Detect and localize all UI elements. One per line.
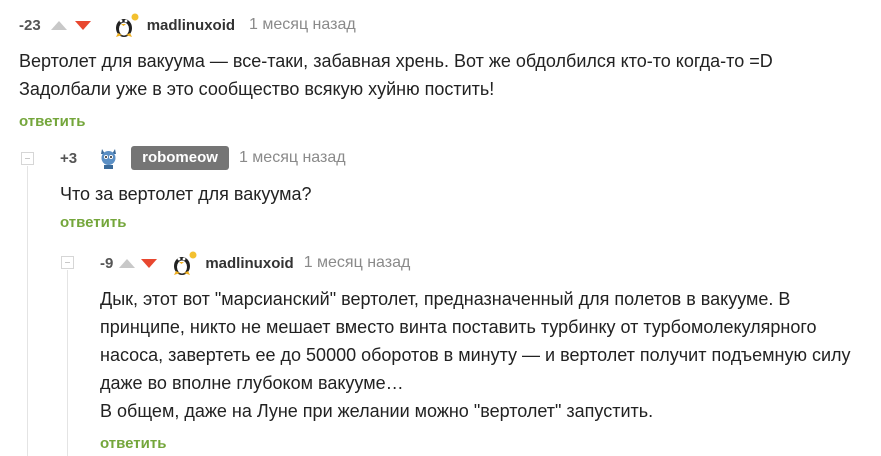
comment-text-line: насоса, завертеть ее до 50000 оборотов в… (100, 345, 851, 365)
comment-time[interactable]: 1 месяц назад (249, 16, 356, 34)
comment-rating: +3 (60, 149, 78, 167)
comment-text-line: принципе, никто не мешает вместо винта п… (100, 317, 817, 337)
reply-link[interactable]: ответить (100, 435, 166, 452)
thread-line[interactable] (27, 166, 28, 456)
downvote-icon[interactable] (141, 258, 158, 268)
comment-text-line: Вертолет для вакуума — все-таки, забавна… (19, 51, 773, 71)
penguin-avatar-icon[interactable] (113, 13, 139, 37)
comment-text-line: даже во вполне глубоком вакууме… (100, 373, 404, 393)
comment-header: -9 madlinuxoid 1 месяц назад (100, 251, 411, 275)
reply-link[interactable]: ответить (19, 113, 85, 130)
comment-header: -23 madlinuxoid 1 месяц назад (19, 13, 356, 37)
upvote-icon[interactable] (119, 258, 136, 268)
downvote-icon[interactable] (74, 20, 91, 30)
upvote-icon[interactable] (50, 20, 67, 30)
comment-text: Дык, этот вот "марсианский" вертолет, пр… (100, 285, 851, 425)
comment-time[interactable]: 1 месяц назад (304, 254, 411, 272)
comment-text-line: Дык, этот вот "марсианский" вертолет, пр… (100, 289, 791, 309)
comment-author[interactable]: madlinuxoid (147, 17, 235, 34)
comment-text: Вертолет для вакуума — все-таки, забавна… (19, 47, 773, 103)
comment-time[interactable]: 1 месяц назад (239, 149, 346, 167)
comment-text-line: Что за вертолет для вакуума? (60, 184, 312, 204)
reply-link[interactable]: ответить (60, 214, 126, 231)
thread-line[interactable] (67, 270, 68, 456)
comment-author[interactable]: robomeow (131, 146, 229, 170)
penguin-avatar-icon[interactable] (171, 251, 197, 275)
collapse-toggle[interactable] (61, 256, 74, 269)
comment-rating: -23 (19, 16, 41, 34)
comment-text: Что за вертолет для вакуума? (60, 180, 312, 208)
collapse-toggle[interactable] (21, 152, 34, 165)
robot-cat-avatar-icon[interactable] (97, 146, 121, 170)
comment-text-line: В общем, даже на Луне при желании можно … (100, 401, 654, 421)
comment-text-line: Задолбали уже в это сообщество всякую ху… (19, 79, 495, 99)
comment-header: +3 robomeow 1 месяц назад (60, 146, 346, 170)
comment-author[interactable]: madlinuxoid (205, 255, 293, 272)
comment-rating: -9 (100, 254, 114, 272)
